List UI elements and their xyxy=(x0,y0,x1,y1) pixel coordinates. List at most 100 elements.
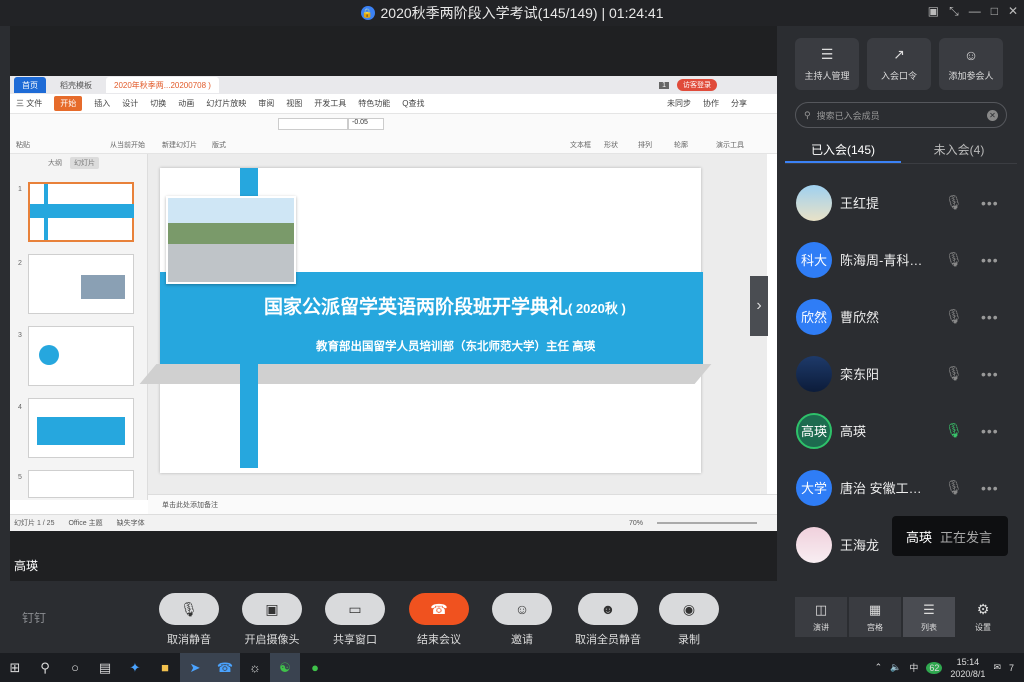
menu-features[interactable]: 特色功能 xyxy=(358,98,390,109)
more-icon[interactable]: ••• xyxy=(981,366,999,382)
meeting-code-button[interactable]: ↗ 入会口令 xyxy=(867,38,931,90)
menu-start[interactable]: 开始 xyxy=(54,96,83,111)
more-icon[interactable]: ••• xyxy=(981,195,999,211)
menu-share[interactable]: 分享 xyxy=(731,98,777,109)
mic-speaking-icon[interactable]: 🎙 xyxy=(945,422,963,439)
menu-find[interactable]: Q查找 xyxy=(402,98,424,109)
record-button[interactable]: ◉ 录制 xyxy=(659,593,719,647)
browser-icon[interactable]: ☼ xyxy=(240,653,270,682)
menu-transition[interactable]: 切换 xyxy=(150,98,166,109)
slide-thumbnail[interactable] xyxy=(28,398,134,458)
outline-tab[interactable]: 大纲 xyxy=(48,158,62,168)
invite-button[interactable]: ☺ 邀请 xyxy=(492,593,552,647)
menu-design[interactable]: 设计 xyxy=(122,98,138,109)
task-view-icon[interactable]: ▤ xyxy=(90,653,120,682)
menu-animation[interactable]: 动画 xyxy=(178,98,194,109)
participant-row[interactable]: 科大 陈海周-青科… 🎙 ••• xyxy=(785,231,1017,288)
slides-tab[interactable]: 幻灯片 xyxy=(70,157,99,169)
current-slide[interactable]: 国家公派留学英语两阶段班开学典礼( 2020秋 ) 教育部出国留学人员培训部（东… xyxy=(139,168,712,473)
close-icon[interactable]: ✕ xyxy=(1008,4,1018,19)
ribbon-paste[interactable]: 粘贴 xyxy=(16,140,30,150)
add-participant-button[interactable]: ☺ 添加参会人 xyxy=(939,38,1003,90)
visitor-login-button[interactable]: 访客登录 xyxy=(677,79,717,91)
ribbon-layout[interactable]: 版式 xyxy=(212,140,226,150)
wps-tab-document[interactable]: 2020年秋季两...20200708 ) xyxy=(106,77,219,93)
wechat-icon[interactable]: ☯ xyxy=(270,653,300,682)
mic-muted-icon[interactable]: 🎙 xyxy=(945,251,963,268)
notes-pane[interactable]: 单击此处添加备注 xyxy=(148,494,777,514)
participant-row[interactable]: 栾东阳 🎙 ••• xyxy=(785,345,1017,402)
member-search-input[interactable]: ⚲ 搜索已入会成员 ✕ xyxy=(795,102,1007,128)
layout-list-button[interactable]: ☰ 列表 xyxy=(903,597,955,637)
file-explorer-icon[interactable]: ■ xyxy=(150,653,180,682)
clock[interactable]: 15:14 2020/8/1 xyxy=(950,656,985,680)
host-manage-button[interactable]: ☰ 主持人管理 xyxy=(795,38,859,90)
menu-view[interactable]: 视图 xyxy=(286,98,302,109)
share-window-button[interactable]: ▭ 共享窗口 xyxy=(325,593,385,647)
font-size-field[interactable]: -0.05 xyxy=(348,118,384,130)
volume-icon[interactable]: 🔈 xyxy=(890,662,901,673)
tray-up-icon[interactable]: ⌃ xyxy=(875,662,883,673)
unmute-all-button[interactable]: ☻ 取消全员静音 xyxy=(575,593,641,647)
settings-button[interactable]: ⚙ 设置 xyxy=(975,601,991,633)
ribbon-shape[interactable]: 形状 xyxy=(604,140,618,150)
end-meeting-button[interactable]: ☎ 结束会议 xyxy=(409,593,469,647)
camera-button[interactable]: ▣ 开启摄像头 xyxy=(242,593,302,647)
slide-thumbnail[interactable] xyxy=(28,182,134,242)
wps-tab-template[interactable]: 稻壳模板 xyxy=(52,77,100,93)
next-slide-arrow[interactable]: › xyxy=(750,276,768,336)
search-icon[interactable]: ⚲ xyxy=(30,653,60,682)
tray-badge[interactable]: 62 xyxy=(926,661,943,674)
dingtalk-taskbar-icon[interactable]: ➤ xyxy=(180,653,210,682)
ribbon-presenter-tools[interactable]: 演示工具 xyxy=(716,140,744,150)
app-green-icon[interactable]: ● xyxy=(300,653,330,682)
participant-row[interactable]: 欣然 曹欣然 🎙 ••• xyxy=(785,288,1017,345)
clear-icon[interactable]: ✕ xyxy=(987,109,998,121)
menu-devtools[interactable]: 开发工具 xyxy=(314,98,346,109)
more-icon[interactable]: ••• xyxy=(981,423,999,439)
menu-file[interactable]: 三 文件 xyxy=(16,98,42,109)
expand-icon[interactable]: ⤡ xyxy=(949,4,959,19)
mic-muted-icon[interactable]: 🎙 xyxy=(945,194,963,211)
menu-review[interactable]: 审阅 xyxy=(258,98,274,109)
more-icon[interactable]: ••• xyxy=(981,480,999,496)
mic-icon[interactable]: 🎙 xyxy=(945,365,963,382)
slide-thumbnail[interactable] xyxy=(28,470,134,498)
menu-unsynced[interactable]: 未同步 xyxy=(667,98,691,109)
font-name-field[interactable] xyxy=(278,118,348,130)
layout-grid-button[interactable]: ▦ 宫格 xyxy=(849,597,901,637)
cortana-icon[interactable]: ○ xyxy=(60,653,90,682)
unmute-button[interactable]: 🎙 取消静音 xyxy=(159,593,219,647)
ime-label[interactable]: 中 xyxy=(909,661,918,674)
zoom-slider[interactable] xyxy=(657,522,757,524)
menu-collab[interactable]: 协作 xyxy=(703,98,719,109)
missing-font[interactable]: 缺失字体 xyxy=(117,518,145,528)
ribbon-new-slide[interactable]: 新建幻灯片 xyxy=(162,140,197,150)
tab-joined[interactable]: 已入会(145) xyxy=(785,138,901,163)
participant-row[interactable]: 大学 唐治 安徽工… 🎙 ••• xyxy=(785,459,1017,516)
mic-muted-icon[interactable]: 🎙 xyxy=(945,308,963,325)
notification-icon[interactable]: ✉ xyxy=(993,662,1001,673)
windows-start-icon[interactable]: ⊞ xyxy=(0,653,30,682)
layout-speaker-button[interactable]: ◫ 演讲 xyxy=(795,597,847,637)
wps-tab-home[interactable]: 首页 xyxy=(14,77,46,93)
participant-row[interactable]: 王红提 🎙 ••• xyxy=(785,174,1017,231)
ribbon-outline[interactable]: 轮廓 xyxy=(674,140,688,150)
more-icon[interactable]: ••• xyxy=(981,252,999,268)
slide-thumbnail[interactable] xyxy=(28,254,134,314)
ribbon-arrange[interactable]: 排列 xyxy=(638,140,652,150)
tab-not-joined[interactable]: 未入会(4) xyxy=(901,138,1017,163)
slide-thumbnail[interactable] xyxy=(28,326,134,386)
mic-muted-icon[interactable]: 🎙 xyxy=(945,479,963,496)
meeting-taskbar-icon[interactable]: ☎ xyxy=(210,653,240,682)
fullscreen-icon[interactable]: ▣ xyxy=(928,4,939,19)
maximize-icon[interactable]: □ xyxy=(991,4,998,19)
ribbon-textbox[interactable]: 文本框 xyxy=(570,140,591,150)
ribbon-play-current[interactable]: 从当前开始 xyxy=(110,140,145,150)
app-icon[interactable]: ✦ xyxy=(120,653,150,682)
menu-slideshow[interactable]: 幻灯片放映 xyxy=(206,98,246,109)
menu-insert[interactable]: 插入 xyxy=(94,98,110,109)
participant-row[interactable]: 高瑛 高瑛 🎙 ••• xyxy=(785,402,1017,459)
more-icon[interactable]: ••• xyxy=(981,309,999,325)
minimize-icon[interactable]: — xyxy=(969,4,981,19)
